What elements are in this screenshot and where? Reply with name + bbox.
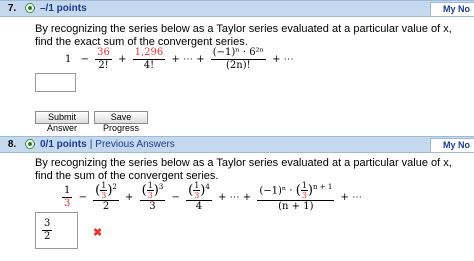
question-7-series: 1 − 36 2! + 1,296 4! + ⋯ + (−1)ⁿ · 6²ⁿ (… — [62, 47, 297, 72]
series-operator: + ⋯ + — [218, 191, 252, 203]
submit-answer-button[interactable]: Submit Answer — [35, 111, 89, 133]
series-fraction: 1,296 4! — [132, 47, 166, 71]
series-operator: + — [118, 54, 127, 65]
question-points-row: 0/1 points | Previous Answers — [40, 137, 175, 152]
previous-answers-link[interactable]: Previous Answers — [95, 139, 174, 150]
question-number: 8. — [7, 139, 17, 150]
save-progress-button[interactable]: Save Progress — [94, 111, 148, 133]
question-7-prompt: By recognizing the series below as a Tay… — [35, 23, 452, 48]
series-fraction: (1 3)3 3 — [139, 181, 166, 213]
question-status-icon — [25, 3, 35, 13]
question-8-header: 8. 0/1 points | Previous Answers My No — [0, 136, 474, 153]
question-status-icon — [25, 139, 35, 149]
series-fraction: 1 3 — [62, 184, 73, 209]
my-notes-button[interactable]: My No — [430, 138, 474, 153]
separator: | — [89, 139, 93, 150]
series-fraction: (1 3)4 4 — [186, 181, 212, 213]
series-general-term: (−1)ⁿ · 6²ⁿ (2n)! — [210, 47, 266, 71]
question-points: 0/1 points — [40, 139, 87, 150]
my-notes-button[interactable]: My No — [430, 2, 474, 17]
answer-input[interactable]: 3 2 — [35, 212, 78, 249]
question-7-header: 7. –/1 points My No — [0, 0, 474, 17]
series-operator: + — [125, 191, 134, 203]
series-operator: − — [78, 191, 87, 203]
question-points: –/1 points — [40, 3, 87, 14]
question-8-series: 1 3 − (1 3)2 2 + (1 3)3 3 − (1 3)4 4 + ⋯ + … — [62, 181, 365, 213]
series-operator: − — [80, 54, 89, 65]
series-fraction: 36 2! — [95, 47, 112, 71]
series-operator: − — [171, 191, 180, 203]
series-general-term: (−1)ⁿ · (1 3)n + 1 (n + 1) — [257, 181, 335, 213]
question-number: 7. — [7, 3, 17, 14]
answer-input[interactable] — [35, 73, 76, 92]
series-operator: + ⋯ — [340, 191, 363, 203]
series-operator: + ⋯ — [272, 54, 294, 65]
answer-fraction: 3 2 — [42, 218, 53, 242]
series-term: 1 — [65, 54, 72, 65]
question-8-prompt: By recognizing the series below as a Tay… — [35, 157, 452, 182]
series-operator: + ⋯ + — [171, 54, 205, 65]
series-fraction: (1 3)2 2 — [93, 181, 119, 213]
incorrect-icon: ✖ — [93, 227, 103, 239]
